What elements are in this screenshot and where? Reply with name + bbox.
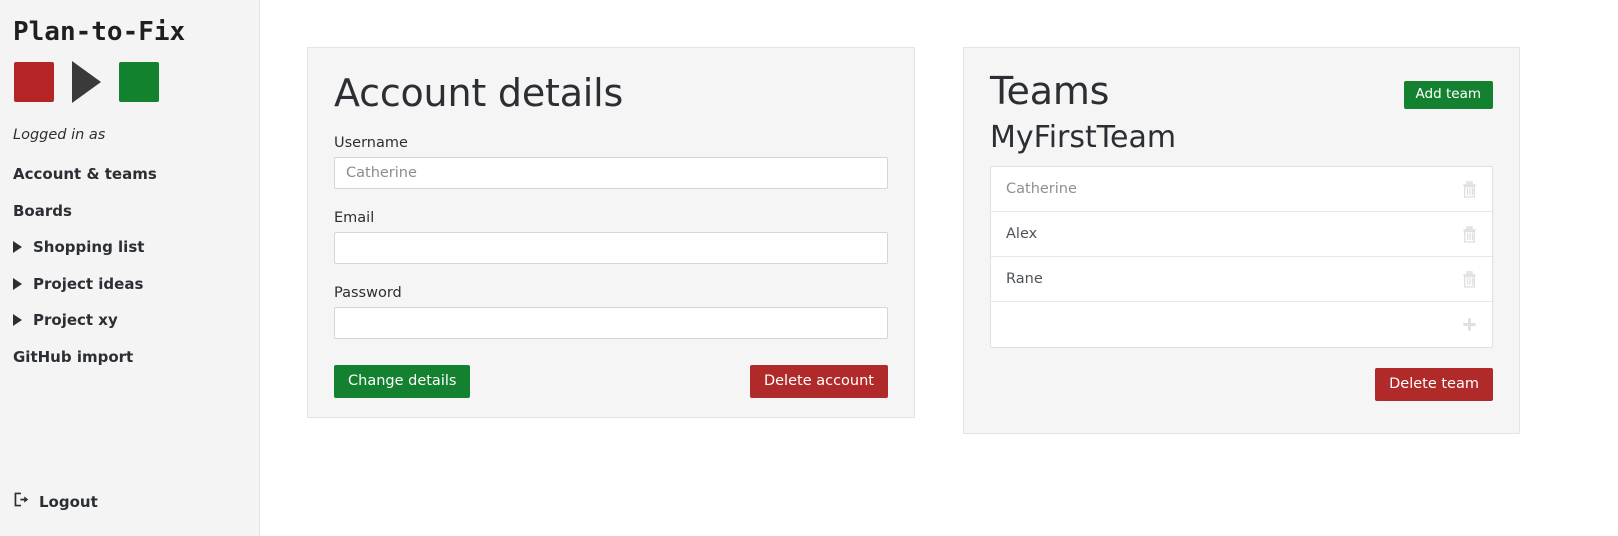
sidebar-item-account-teams[interactable]: Account & teams	[0, 156, 259, 193]
sidebar-item-project-ideas[interactable]: Project ideas	[0, 266, 259, 303]
account-actions: Change details Delete account	[334, 364, 888, 398]
sidebar-item-label: GitHub import	[13, 347, 134, 366]
add-team-button[interactable]: Add team	[1403, 81, 1493, 109]
sidebar-item-label: Project xy	[33, 311, 118, 329]
change-details-button[interactable]: Change details	[334, 364, 471, 398]
chevron-right-icon	[13, 277, 22, 290]
sidebar-item-label: Shopping list	[33, 238, 145, 256]
sidebar-item-boards[interactable]: Boards	[0, 193, 259, 230]
sidebar-item-label: Account & teams	[13, 165, 157, 183]
green-square-icon	[119, 62, 159, 102]
chevron-right-icon	[13, 314, 22, 327]
chevron-right-icon	[13, 241, 22, 254]
delete-account-button[interactable]: Delete account	[749, 364, 888, 398]
team-member-row[interactable]: Alex	[991, 212, 1492, 258]
teams-title: Teams	[990, 69, 1110, 113]
password-label: Password	[334, 284, 402, 301]
username-input[interactable]	[334, 156, 888, 189]
trash-icon[interactable]	[1460, 179, 1478, 199]
main-content: Account details Username Email Password …	[260, 0, 1618, 536]
sidebar: Plan-to-Fix Logged in as Account & teams…	[0, 0, 260, 536]
team-member-row[interactable]: Catherine	[991, 167, 1492, 213]
page-root: Plan-to-Fix Logged in as Account & teams…	[0, 0, 1618, 536]
trash-icon[interactable]	[1460, 224, 1478, 244]
sidebar-item-label: Project ideas	[33, 274, 144, 293]
team-member-name: Catherine	[1006, 181, 1077, 198]
logout-label: Logout	[39, 492, 98, 511]
sign-out-icon	[13, 491, 30, 512]
sidebar-item-github-import[interactable]: GitHub import	[0, 339, 259, 376]
team-member-name: Alex	[1006, 226, 1038, 243]
sidebar-nav: Account & teams Boards Shopping list Pro…	[0, 143, 259, 375]
team-member-name: Rane	[1006, 271, 1043, 288]
logged-in-as-label: Logged in as	[13, 127, 106, 143]
sidebar-item-project-xy[interactable]: Project xy	[0, 302, 259, 339]
account-details-card: Account details Username Email Password …	[307, 47, 915, 418]
teams-actions: Delete team	[990, 368, 1493, 402]
account-details-title: Account details	[334, 71, 624, 115]
play-triangle-icon	[72, 61, 101, 103]
sidebar-item-label: Boards	[13, 201, 72, 220]
team-member-row[interactable]: Rane	[991, 257, 1492, 303]
username-label: Username	[334, 134, 408, 151]
teams-header: Teams Add team	[990, 69, 1493, 113]
delete-team-button[interactable]: Delete team	[1375, 368, 1493, 402]
sidebar-item-shopping-list[interactable]: Shopping list	[0, 229, 259, 266]
password-input[interactable]	[334, 306, 888, 339]
team-name-heading: MyFirstTeam	[990, 119, 1177, 155]
logout-button[interactable]: Logout	[13, 491, 98, 512]
email-label: Email	[334, 209, 375, 226]
teams-card: Teams Add team MyFirstTeam Catherine Ale…	[963, 47, 1520, 434]
add-team-member-row[interactable]	[991, 302, 1492, 347]
team-member-list: Catherine Alex Rane	[990, 166, 1493, 349]
plus-icon[interactable]	[1460, 315, 1478, 335]
brand-logo	[0, 47, 259, 103]
app-brand-title: Plan-to-Fix	[13, 17, 186, 47]
red-square-icon	[14, 62, 54, 102]
trash-icon[interactable]	[1460, 269, 1478, 289]
email-input[interactable]	[334, 231, 888, 264]
